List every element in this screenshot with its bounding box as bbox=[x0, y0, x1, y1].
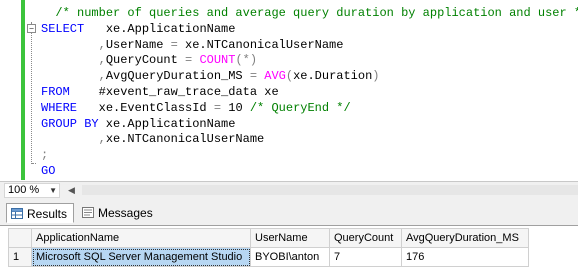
code-token: xe.Duration bbox=[293, 69, 373, 84]
code-token: , bbox=[98, 37, 106, 52]
code-token: ( bbox=[285, 69, 294, 84]
grid-corner-cell[interactable] bbox=[8, 228, 32, 248]
results-grid-area: ApplicationName UserName QueryCount AvgQ… bbox=[0, 226, 578, 275]
code-token: COUNT bbox=[199, 53, 236, 68]
code-line[interactable]: FROM #xevent_raw_trace_data xe bbox=[41, 85, 578, 101]
table-row[interactable]: 1 Microsoft SQL Server Management Studio… bbox=[8, 247, 529, 267]
code-token: 10 bbox=[221, 100, 250, 115]
code-token: ) bbox=[372, 69, 380, 84]
tab-messages-label: Messages bbox=[98, 206, 153, 220]
code-token: = bbox=[213, 100, 222, 115]
column-header[interactable]: ApplicationName bbox=[31, 228, 251, 248]
code-token: /* QueryEnd */ bbox=[249, 100, 351, 115]
code-line[interactable]: GROUP BY xe.ApplicationName bbox=[41, 117, 578, 133]
code-line[interactable]: SELECT xe.ApplicationName bbox=[41, 22, 578, 38]
code-line[interactable]: ,QueryCount = COUNT(*) bbox=[41, 53, 578, 69]
horizontal-scrollbar[interactable] bbox=[82, 185, 578, 195]
results-grid[interactable]: ApplicationName UserName QueryCount AvgQ… bbox=[8, 228, 529, 267]
grid-cell[interactable]: BYOBI\anton bbox=[250, 247, 330, 267]
column-header[interactable]: QueryCount bbox=[329, 228, 402, 248]
tab-messages[interactable]: Messages bbox=[78, 203, 158, 223]
tab-results[interactable]: Results bbox=[6, 203, 74, 223]
code-line[interactable]: ,AvgQueryDuration_MS = AVG(xe.Duration) bbox=[41, 69, 578, 85]
code-token: xe.NTCanonicalUserName bbox=[105, 132, 265, 147]
code-token: xe.EventClassId bbox=[77, 100, 214, 115]
chevron-down-icon: ▼ bbox=[49, 186, 57, 195]
code-token: SELECT bbox=[41, 21, 85, 36]
code-token: , bbox=[98, 69, 106, 84]
code-token: FROM bbox=[41, 84, 70, 99]
code-line[interactable]: ,xe.NTCanonicalUserName bbox=[41, 132, 578, 148]
code-token: , bbox=[98, 132, 106, 147]
scroll-left-icon[interactable]: ◀ bbox=[68, 183, 75, 197]
collapse-icon[interactable]: − bbox=[27, 24, 36, 33]
code-token: xe.ApplicationName bbox=[98, 116, 236, 131]
code-token: WHERE bbox=[41, 100, 78, 115]
column-header[interactable]: AvgQueryDuration_MS bbox=[401, 228, 529, 248]
grid-cell[interactable]: 7 bbox=[329, 247, 402, 267]
code-token: , bbox=[98, 53, 106, 68]
code-line[interactable]: ,UserName = xe.NTCanonicalUserName bbox=[41, 38, 578, 54]
code-line[interactable]: GO bbox=[41, 164, 578, 180]
results-tab-strip: Results Messages bbox=[0, 198, 578, 226]
editor-status-bar: 100 % ▼ ◀ bbox=[0, 181, 578, 198]
messages-icon bbox=[82, 207, 94, 218]
code-token: ; bbox=[41, 148, 49, 163]
code-token: AvgQueryDuration_MS bbox=[105, 69, 250, 84]
code-token: /* number of queries and average query d… bbox=[55, 6, 578, 20]
column-header[interactable]: UserName bbox=[250, 228, 330, 248]
code-token: GROUP BY bbox=[41, 116, 99, 131]
code-token: xe.ApplicationName bbox=[84, 21, 236, 36]
change-tracking-bar bbox=[21, 0, 25, 180]
code-token: AVG bbox=[264, 69, 286, 84]
zoom-value: 100 % bbox=[8, 184, 40, 196]
code-line[interactable]: /* number of queries and average query d… bbox=[41, 6, 578, 22]
code-line[interactable]: ; bbox=[41, 148, 578, 164]
query-editor[interactable]: − /* number of queries and average query… bbox=[0, 0, 578, 180]
zoom-dropdown[interactable]: 100 % ▼ bbox=[4, 183, 60, 198]
grid-cell[interactable]: 176 bbox=[401, 247, 529, 267]
code-token: (*) bbox=[235, 53, 258, 68]
code-token: = bbox=[170, 37, 178, 52]
code-token: = bbox=[249, 69, 258, 84]
code-token: UserName bbox=[105, 37, 171, 52]
grid-header-row: ApplicationName UserName QueryCount AvgQ… bbox=[8, 228, 529, 248]
grid-icon bbox=[11, 208, 23, 219]
code-line[interactable]: WHERE xe.EventClassId = 10 /* QueryEnd *… bbox=[41, 101, 578, 117]
sql-code[interactable]: /* number of queries and average query d… bbox=[41, 6, 578, 180]
code-token: QueryCount bbox=[105, 53, 186, 68]
grid-cell[interactable]: Microsoft SQL Server Management Studio bbox=[31, 247, 251, 267]
code-token: #xevent_raw_trace_data xe bbox=[69, 84, 279, 99]
code-token: GO bbox=[41, 163, 56, 178]
outline-end bbox=[32, 163, 36, 164]
code-token: xe.NTCanonicalUserName bbox=[177, 37, 344, 52]
row-number[interactable]: 1 bbox=[8, 247, 32, 267]
outline-line bbox=[31, 22, 32, 164]
tab-results-label: Results bbox=[27, 207, 68, 221]
